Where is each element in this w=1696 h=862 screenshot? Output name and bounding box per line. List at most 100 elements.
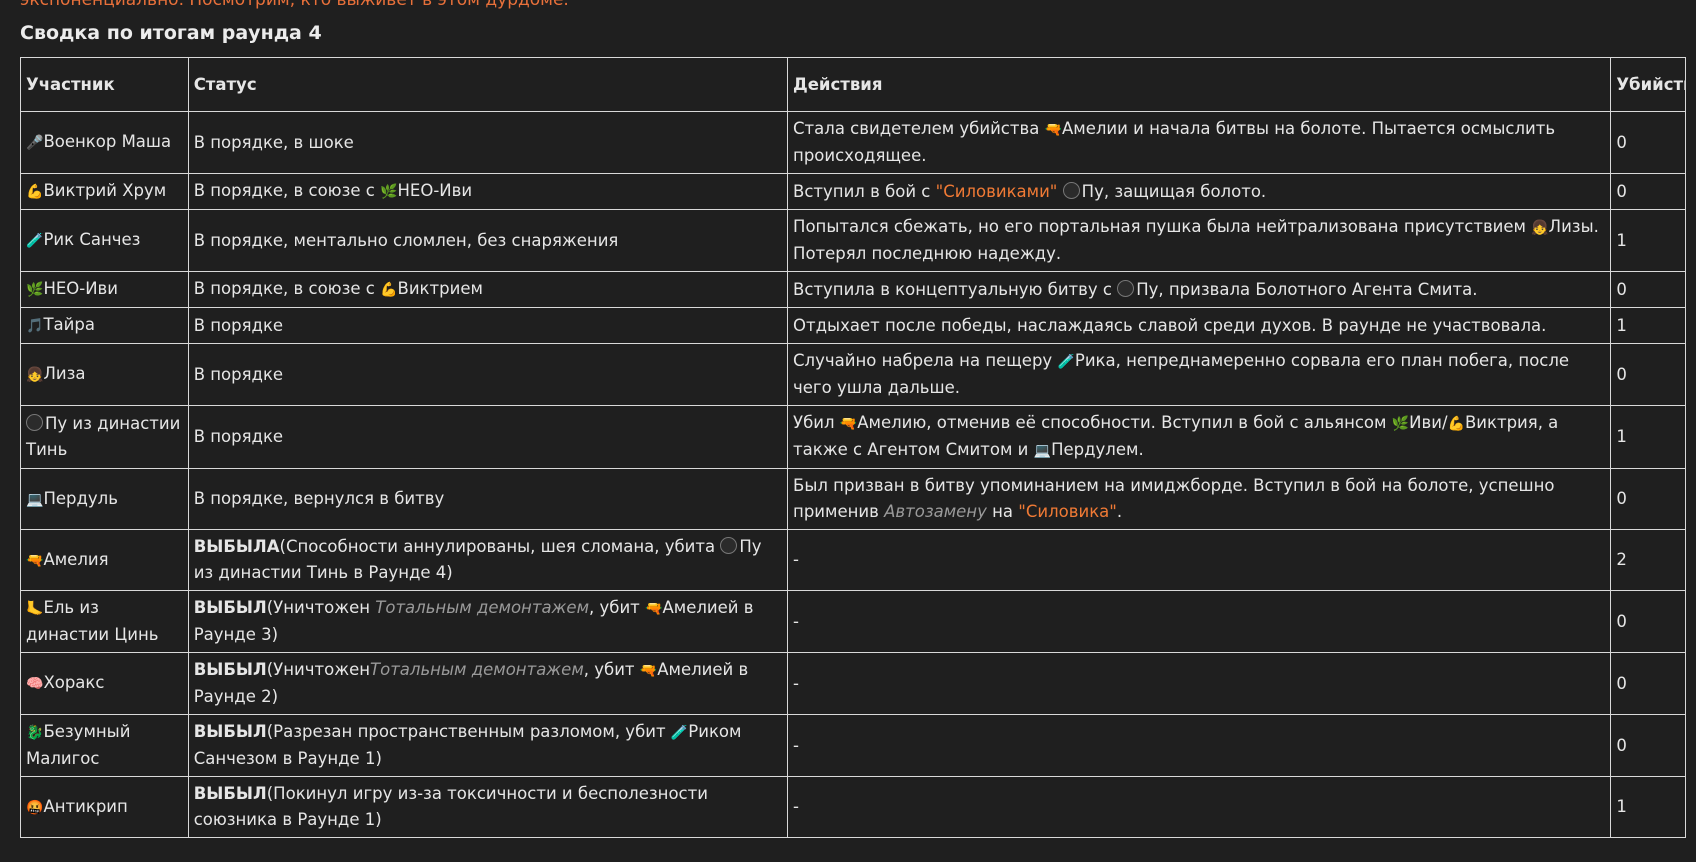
gun-icon: 🔫: [1044, 122, 1062, 138]
status-cell: В порядке: [187, 343, 789, 406]
dragon-icon: 🐉: [26, 725, 44, 741]
flexed-biceps-icon: 💪: [1447, 416, 1465, 432]
black-circle-icon: [26, 414, 43, 431]
actions-cell: Отдыхает после победы, наслаждаясь славо…: [787, 307, 1612, 344]
summary-title: Сводка по итогам раунда 4: [20, 22, 322, 44]
angry-face-icon: 🤬: [26, 799, 44, 816]
eliminated-label: ВЫБЫЛ: [193, 722, 267, 741]
herb-icon: 🌿: [1391, 416, 1410, 432]
actions-cell: Был призван в битву упоминанием на имидж…: [787, 468, 1612, 530]
header-participant: Участник: [20, 57, 189, 112]
italic-term: Тотальным демонтажем: [375, 598, 590, 617]
header-status: Статус: [187, 57, 789, 112]
herb-icon: 🌿: [26, 282, 44, 298]
header-kills: Убийства: [1610, 57, 1686, 112]
actions-cell: Вступил в бой с "Силовиками" Пу, защищая…: [787, 173, 1612, 210]
status-cell: В порядке, ментально сломлен, без снаряж…: [187, 209, 789, 272]
status-cell: В порядке, в союзе с 💪Виктрием: [187, 271, 789, 308]
status-cell: В порядке, в союзе с 🌿НЕО-Иви: [187, 173, 789, 210]
participant-cell: 🤬Антикрип: [20, 776, 189, 838]
gun-icon: 🔫: [639, 663, 658, 679]
status-cell: ВЫБЫЛА(Способности аннулированы, шея сло…: [187, 529, 789, 591]
eliminated-label: ВЫБЫЛА: [193, 537, 280, 556]
participant-cell: 🎤Военкор Маша: [20, 111, 189, 174]
table-row: 🐉Безумный Малигос ВЫБЫЛ(Разрезан простра…: [20, 714, 1686, 777]
kills-cell: 0: [1610, 111, 1686, 174]
girl-icon: 👧: [1531, 220, 1549, 236]
black-circle-icon: [720, 537, 738, 554]
table-row: 🔫Амелия ВЫБЫЛА(Способности аннулированы,…: [20, 529, 1686, 591]
music-note-icon: 🎵: [26, 318, 44, 334]
quoted-term: "Силовиками": [935, 181, 1058, 201]
participant-cell: 🧪Рик Санчез: [20, 209, 189, 272]
actions-cell: Убил 🔫Амелию, отменив её способности. Вс…: [787, 405, 1612, 469]
quoted-term: "Силовика": [1018, 502, 1117, 521]
table-row: 🧪Рик Санчез В порядке, ментально сломлен…: [20, 209, 1686, 272]
table-row: 🧠Хоракс ВЫБЫЛ(УничтоженТотальным демонта…: [20, 652, 1686, 715]
brain-icon: 🧠: [26, 676, 44, 692]
participant-cell: 💪Виктрий Хрум: [20, 173, 189, 210]
actions-cell: Вступила в концептуальную битву с Пу, пр…: [787, 271, 1612, 308]
actions-cell: Стала свидетелем убийства 🔫Амелии и нача…: [787, 111, 1612, 174]
kills-cell: 1: [1610, 307, 1686, 344]
status-cell: ВЫБЫЛ(УничтоженТотальным демонтажем, уби…: [187, 652, 789, 715]
table-row: 🎤Военкор Маша В порядке, в шоке Стала св…: [20, 111, 1686, 174]
round-summary-table: Участник Статус Действия Убийства 🎤Военк…: [20, 57, 1686, 838]
kills-cell: 0: [1610, 590, 1686, 653]
black-circle-icon: [1062, 181, 1080, 199]
kills-cell: 0: [1610, 173, 1686, 210]
girl-icon: 👧: [26, 367, 44, 383]
header-actions: Действия: [787, 57, 1612, 112]
previous-paragraph-text: экспоненциально. Посмотрим, кто выживет …: [20, 0, 569, 10]
table-row: Пу из династии Тинь В порядке Убил 🔫Амел…: [20, 405, 1686, 469]
kills-cell: 0: [1610, 652, 1686, 715]
italic-term: Автозамену: [884, 502, 987, 521]
participant-cell: 🔫Амелия: [20, 529, 189, 591]
status-cell: ВЫБЫЛ(Уничтожен Тотальным демонтажем, уб…: [187, 590, 789, 653]
laptop-icon: 💻: [26, 491, 44, 508]
table-row: 🦶Ель из династии Цинь ВЫБЫЛ(Уничтожен То…: [20, 590, 1686, 653]
kills-cell: 1: [1610, 776, 1686, 838]
gun-icon: 🔫: [839, 416, 858, 432]
actions-cell: -: [787, 590, 1612, 653]
participant-cell: 🐉Безумный Малигос: [20, 714, 189, 777]
test-tube-icon: 🧪: [1057, 354, 1075, 370]
laptop-icon: 💻: [1033, 443, 1052, 459]
kills-cell: 1: [1610, 209, 1686, 272]
actions-cell: -: [787, 776, 1612, 838]
flexed-biceps-icon: 💪: [380, 282, 398, 298]
table-header-row: Участник Статус Действия Убийства: [20, 57, 1686, 112]
table-row: 💪Виктрий Хрум В порядке, в союзе с 🌿НЕО-…: [20, 173, 1686, 210]
status-cell: В порядке: [187, 405, 789, 469]
eliminated-label: ВЫБЫЛ: [193, 598, 267, 617]
kills-cell: 2: [1610, 529, 1686, 591]
status-cell: ВЫБЫЛ(Покинул игру из-за токсичности и б…: [187, 776, 789, 838]
herb-icon: 🌿: [380, 184, 398, 200]
table-row: 🌿НЕО-Иви В порядке, в союзе с 💪Виктрием …: [20, 271, 1686, 308]
black-circle-icon: [1117, 279, 1135, 297]
table-row: 🤬Антикрип ВЫБЫЛ(Покинул игру из-за токси…: [20, 776, 1686, 838]
foot-icon: 🦶: [26, 601, 44, 617]
status-cell: ВЫБЫЛ(Разрезан пространственным разломом…: [187, 714, 789, 777]
actions-cell: -: [787, 529, 1612, 591]
participant-cell: Пу из династии Тинь: [20, 405, 189, 469]
eliminated-label: ВЫБЫЛ: [193, 660, 267, 679]
test-tube-icon: 🧪: [670, 725, 689, 741]
italic-term: Тотальным демонтажем: [370, 660, 584, 679]
actions-cell: Случайно набрела на пещеру 🧪Рика, непред…: [787, 343, 1612, 406]
kills-cell: 0: [1610, 714, 1686, 777]
kills-cell: 0: [1610, 468, 1686, 530]
participant-cell: 🧠Хоракс: [20, 652, 189, 715]
kills-cell: 0: [1610, 271, 1686, 308]
gun-icon: 🔫: [26, 552, 44, 569]
kills-cell: 0: [1610, 343, 1686, 406]
participant-cell: 🎵Тайра: [20, 307, 189, 344]
status-cell: В порядке, в шоке: [187, 111, 789, 174]
participant-cell: 💻Пердуль: [20, 468, 189, 530]
test-tube-icon: 🧪: [26, 233, 44, 249]
eliminated-label: ВЫБЫЛ: [193, 784, 267, 803]
participant-cell: 🌿НЕО-Иви: [20, 271, 189, 308]
flexed-biceps-icon: 💪: [26, 184, 44, 200]
table-row: 👧Лиза В порядке Случайно набрела на пеще…: [20, 343, 1686, 406]
status-cell: В порядке, вернулся в битву: [187, 468, 789, 530]
